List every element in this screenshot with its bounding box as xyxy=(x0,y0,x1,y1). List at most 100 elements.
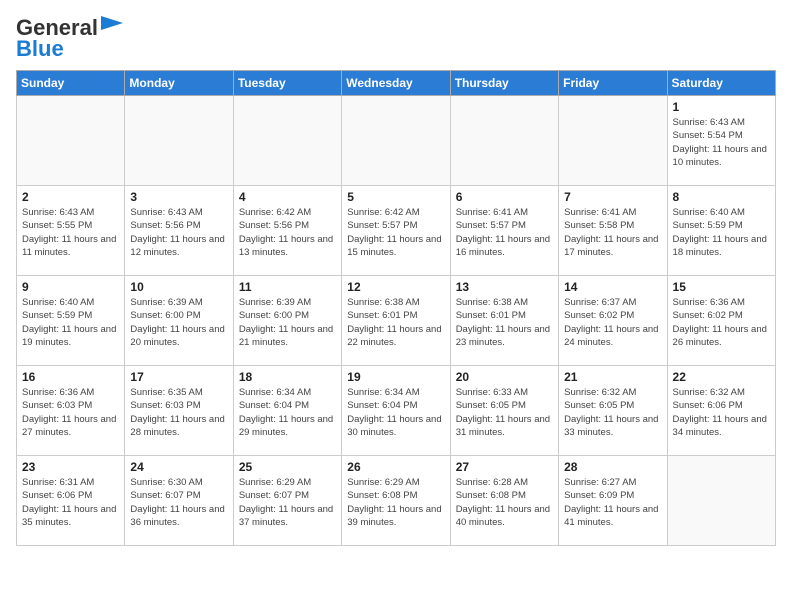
day-number: 26 xyxy=(347,460,444,474)
calendar-cell: 21 Sunrise: 6:32 AM Sunset: 6:05 PM Dayli… xyxy=(559,366,667,456)
day-number: 10 xyxy=(130,280,227,294)
calendar-cell: 6 Sunrise: 6:41 AM Sunset: 5:57 PM Daylig… xyxy=(450,186,558,276)
calendar-cell: 20 Sunrise: 6:33 AM Sunset: 6:05 PM Dayli… xyxy=(450,366,558,456)
calendar-cell: 15 Sunrise: 6:36 AM Sunset: 6:02 PM Dayli… xyxy=(667,276,775,366)
calendar-cell xyxy=(450,96,558,186)
calendar-cell: 22 Sunrise: 6:32 AM Sunset: 6:06 PM Dayli… xyxy=(667,366,775,456)
day-number: 15 xyxy=(673,280,770,294)
logo: General Blue xyxy=(16,16,123,62)
calendar-cell: 1 Sunrise: 6:43 AM Sunset: 5:54 PM Daylig… xyxy=(667,96,775,186)
day-number: 8 xyxy=(673,190,770,204)
day-info: Sunrise: 6:27 AM Sunset: 6:09 PM Dayligh… xyxy=(564,476,661,529)
day-number: 16 xyxy=(22,370,119,384)
day-number: 1 xyxy=(673,100,770,114)
day-info: Sunrise: 6:29 AM Sunset: 6:07 PM Dayligh… xyxy=(239,476,336,529)
day-info: Sunrise: 6:43 AM Sunset: 5:55 PM Dayligh… xyxy=(22,206,119,259)
weekday-header-tuesday: Tuesday xyxy=(233,71,341,96)
calendar-cell: 24Sunrise: 6:30 AM Sunset: 6:07 PM Dayli… xyxy=(125,456,233,546)
day-number: 17 xyxy=(130,370,227,384)
calendar-cell: 9 Sunrise: 6:40 AM Sunset: 5:59 PM Daylig… xyxy=(17,276,125,366)
day-info: Sunrise: 6:40 AM Sunset: 5:59 PM Dayligh… xyxy=(673,206,770,259)
page-header: General Blue xyxy=(16,16,776,62)
calendar-cell: 12 Sunrise: 6:38 AM Sunset: 6:01 PM Dayli… xyxy=(342,276,450,366)
calendar-cell: 11 Sunrise: 6:39 AM Sunset: 6:00 PM Dayli… xyxy=(233,276,341,366)
day-info: Sunrise: 6:35 AM Sunset: 6:03 PM Dayligh… xyxy=(130,386,227,439)
day-info: Sunrise: 6:41 AM Sunset: 5:58 PM Dayligh… xyxy=(564,206,661,259)
day-info: Sunrise: 6:34 AM Sunset: 6:04 PM Dayligh… xyxy=(347,386,444,439)
calendar-cell: 8 Sunrise: 6:40 AM Sunset: 5:59 PM Daylig… xyxy=(667,186,775,276)
day-info: Sunrise: 6:31 AM Sunset: 6:06 PM Dayligh… xyxy=(22,476,119,529)
calendar-cell xyxy=(559,96,667,186)
calendar-cell xyxy=(667,456,775,546)
day-number: 9 xyxy=(22,280,119,294)
day-info: Sunrise: 6:39 AM Sunset: 6:00 PM Dayligh… xyxy=(239,296,336,349)
day-number: 4 xyxy=(239,190,336,204)
day-number: 11 xyxy=(239,280,336,294)
day-number: 14 xyxy=(564,280,661,294)
calendar-cell: 26 Sunrise: 6:29 AM Sunset: 6:08 PM Dayli… xyxy=(342,456,450,546)
calendar-cell: 27 Sunrise: 6:28 AM Sunset: 6:08 PM Dayli… xyxy=(450,456,558,546)
calendar-cell: 10 Sunrise: 6:39 AM Sunset: 6:00 PM Dayli… xyxy=(125,276,233,366)
day-info: Sunrise: 6:34 AM Sunset: 6:04 PM Dayligh… xyxy=(239,386,336,439)
day-info: Sunrise: 6:36 AM Sunset: 6:02 PM Dayligh… xyxy=(673,296,770,349)
day-number: 20 xyxy=(456,370,553,384)
calendar-cell xyxy=(233,96,341,186)
day-info: Sunrise: 6:38 AM Sunset: 6:01 PM Dayligh… xyxy=(347,296,444,349)
day-info: Sunrise: 6:40 AM Sunset: 5:59 PM Dayligh… xyxy=(22,296,119,349)
calendar-cell: 2 Sunrise: 6:43 AM Sunset: 5:55 PM Daylig… xyxy=(17,186,125,276)
day-info: Sunrise: 6:41 AM Sunset: 5:57 PM Dayligh… xyxy=(456,206,553,259)
calendar-cell: 13 Sunrise: 6:38 AM Sunset: 6:01 PM Dayli… xyxy=(450,276,558,366)
day-info: Sunrise: 6:37 AM Sunset: 6:02 PM Dayligh… xyxy=(564,296,661,349)
day-number: 12 xyxy=(347,280,444,294)
calendar-cell xyxy=(17,96,125,186)
weekday-header-friday: Friday xyxy=(559,71,667,96)
day-number: 27 xyxy=(456,460,553,474)
calendar-cell: 25 Sunrise: 6:29 AM Sunset: 6:07 PM Dayli… xyxy=(233,456,341,546)
day-info: Sunrise: 6:32 AM Sunset: 6:05 PM Dayligh… xyxy=(564,386,661,439)
day-info: Sunrise: 6:36 AM Sunset: 6:03 PM Dayligh… xyxy=(22,386,119,439)
day-number: 28 xyxy=(564,460,661,474)
day-info: Sunrise: 6:43 AM Sunset: 5:56 PM Dayligh… xyxy=(130,206,227,259)
calendar-cell: 3 Sunrise: 6:43 AM Sunset: 5:56 PM Daylig… xyxy=(125,186,233,276)
day-info: Sunrise: 6:39 AM Sunset: 6:00 PM Dayligh… xyxy=(130,296,227,349)
day-number: 7 xyxy=(564,190,661,204)
day-number: 18 xyxy=(239,370,336,384)
day-info: Sunrise: 6:38 AM Sunset: 6:01 PM Dayligh… xyxy=(456,296,553,349)
calendar-cell: 16 Sunrise: 6:36 AM Sunset: 6:03 PM Dayli… xyxy=(17,366,125,456)
calendar-cell: 23 Sunrise: 6:31 AM Sunset: 6:06 PM Dayli… xyxy=(17,456,125,546)
day-number: 22 xyxy=(673,370,770,384)
calendar-cell: 5Sunrise: 6:42 AM Sunset: 5:57 PM Daylig… xyxy=(342,186,450,276)
day-number: 24 xyxy=(130,460,227,474)
weekday-header-saturday: Saturday xyxy=(667,71,775,96)
calendar-cell: 7 Sunrise: 6:41 AM Sunset: 5:58 PM Daylig… xyxy=(559,186,667,276)
weekday-header-thursday: Thursday xyxy=(450,71,558,96)
calendar-cell: 4 Sunrise: 6:42 AM Sunset: 5:56 PM Daylig… xyxy=(233,186,341,276)
weekday-header-sunday: Sunday xyxy=(17,71,125,96)
day-info: Sunrise: 6:42 AM Sunset: 5:57 PM Dayligh… xyxy=(347,206,444,259)
logo-flag-icon xyxy=(101,16,123,30)
day-number: 3 xyxy=(130,190,227,204)
weekday-header-monday: Monday xyxy=(125,71,233,96)
day-number: 25 xyxy=(239,460,336,474)
calendar-cell: 18 Sunrise: 6:34 AM Sunset: 6:04 PM Dayli… xyxy=(233,366,341,456)
calendar-cell xyxy=(125,96,233,186)
day-number: 6 xyxy=(456,190,553,204)
day-info: Sunrise: 6:42 AM Sunset: 5:56 PM Dayligh… xyxy=(239,206,336,259)
day-number: 21 xyxy=(564,370,661,384)
day-number: 2 xyxy=(22,190,119,204)
calendar-cell: 14 Sunrise: 6:37 AM Sunset: 6:02 PM Dayli… xyxy=(559,276,667,366)
weekday-header-wednesday: Wednesday xyxy=(342,71,450,96)
day-number: 13 xyxy=(456,280,553,294)
day-info: Sunrise: 6:33 AM Sunset: 6:05 PM Dayligh… xyxy=(456,386,553,439)
day-info: Sunrise: 6:29 AM Sunset: 6:08 PM Dayligh… xyxy=(347,476,444,529)
day-number: 23 xyxy=(22,460,119,474)
day-info: Sunrise: 6:32 AM Sunset: 6:06 PM Dayligh… xyxy=(673,386,770,439)
day-info: Sunrise: 6:43 AM Sunset: 5:54 PM Dayligh… xyxy=(673,116,770,169)
day-number: 19 xyxy=(347,370,444,384)
calendar-cell xyxy=(342,96,450,186)
day-info: Sunrise: 6:28 AM Sunset: 6:08 PM Dayligh… xyxy=(456,476,553,529)
logo-blue-text: Blue xyxy=(16,36,64,61)
calendar-cell: 28 Sunrise: 6:27 AM Sunset: 6:09 PM Dayli… xyxy=(559,456,667,546)
calendar-cell: 17 Sunrise: 6:35 AM Sunset: 6:03 PM Dayli… xyxy=(125,366,233,456)
calendar-table: SundayMondayTuesdayWednesdayThursdayFrid… xyxy=(16,70,776,546)
